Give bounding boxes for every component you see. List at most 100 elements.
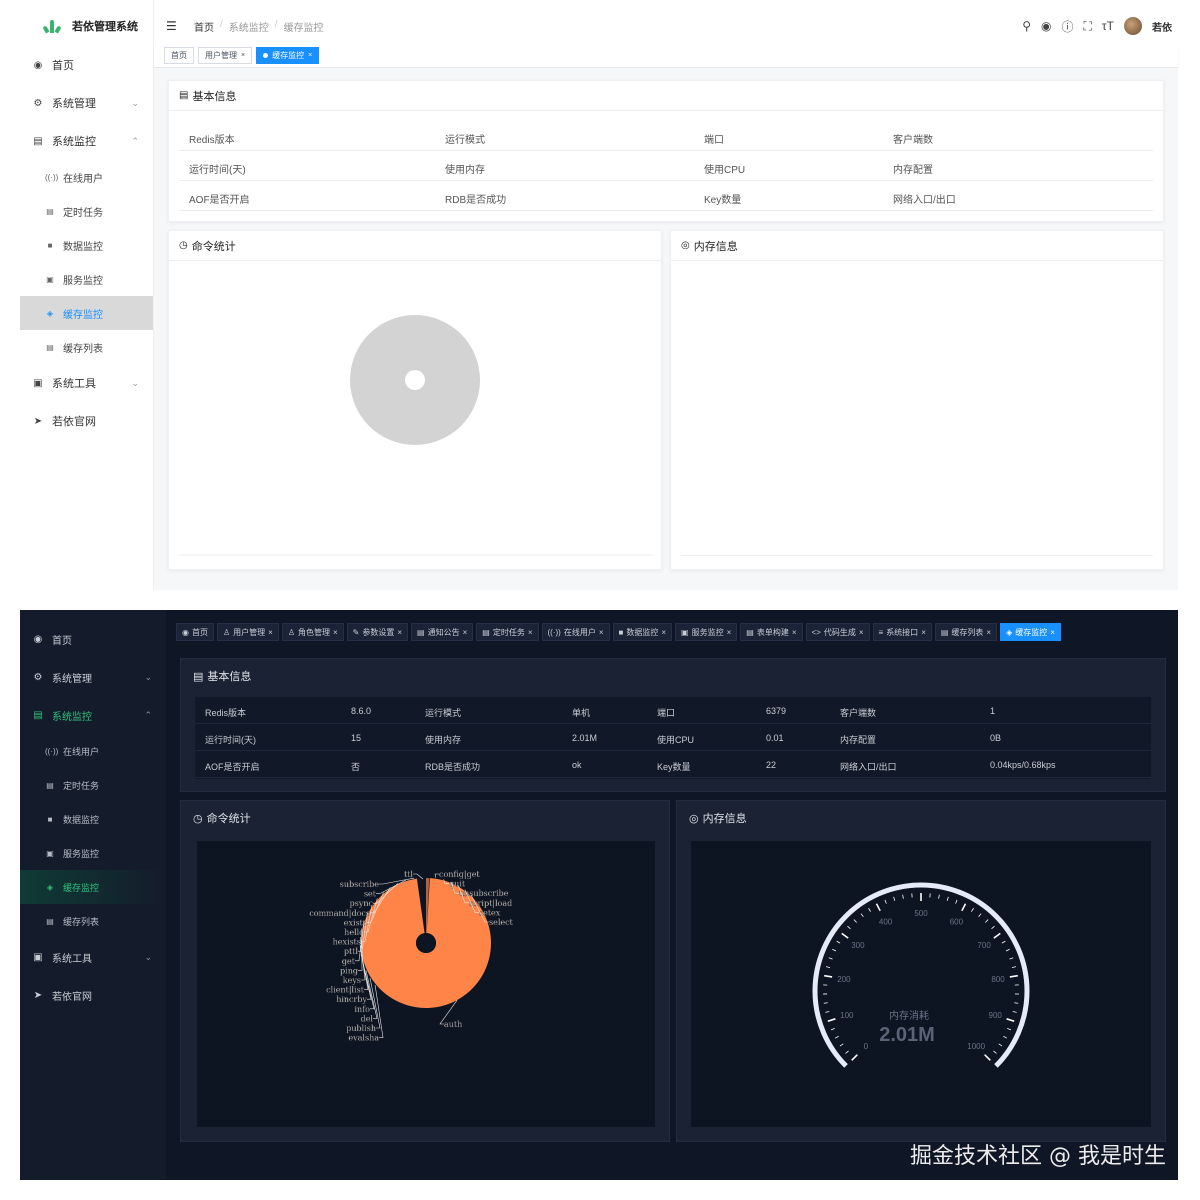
tag-item[interactable]: ▤ 表单构建 × — [740, 623, 803, 641]
sidebar-item-cache-list[interactable]: ▤ 缓存列表 — [20, 904, 166, 938]
sidebar-item-data-monitor[interactable]: ■ 数据监控 — [20, 228, 153, 262]
sidebar-item-website[interactable]: ➤ 若依官网 — [20, 976, 166, 1014]
tag-item[interactable]: ♙ 用户管理 × — [216, 623, 279, 641]
sidebar-item-home[interactable]: ◉ 首页 — [20, 46, 153, 84]
close-icon[interactable]: × — [397, 628, 402, 637]
divider — [681, 555, 1153, 556]
dark-theme-screen: ◉ 首页 ⚙ 系统管理 ⌄ ▤ 系统监控 ⌃ ((·)) 在线用户 ▤ 定时任务… — [20, 610, 1178, 1180]
basic-info-card: ▤ 基本信息 Redis版本 8.6.0 运行模式 单机 端口 6379 客户端数 1 运行时间… — [180, 658, 1166, 792]
sidebar-item-system-tools[interactable]: ▣ 系统工具 ⌄ — [20, 364, 153, 402]
sidebar-item-system-manage[interactable]: ⚙ 系统管理 ⌄ — [20, 84, 153, 122]
tag-item[interactable]: ▤ 定时任务 × — [476, 623, 539, 641]
close-icon[interactable]: × — [268, 628, 273, 637]
question-icon[interactable]: ⓘ — [1062, 18, 1074, 35]
fullscreen-icon[interactable]: ⛶ — [1084, 19, 1092, 34]
tag-cache-monitor[interactable]: 缓存监控 × — [256, 47, 320, 64]
gauge-tick-label: 700 — [977, 941, 991, 950]
gauge-minor-tick — [998, 1043, 1003, 1047]
user-name[interactable]: 若依 — [1152, 19, 1172, 34]
tag-item[interactable]: <> 代码生成 × — [805, 623, 870, 641]
pie-label: ping — [340, 966, 358, 975]
sidebar-item-cache-monitor[interactable]: ◈ 缓存监控 — [20, 870, 166, 904]
tag-item[interactable]: ((·)) 在线用户 × — [541, 623, 610, 641]
close-icon[interactable]: × — [986, 628, 991, 637]
close-icon[interactable]: × — [241, 52, 245, 59]
breadcrumb-item[interactable]: 首页 — [194, 19, 214, 34]
gauge-value: 2.01M — [879, 1024, 935, 1046]
sidebar-item-online-users[interactable]: ((·)) 在线用户 — [20, 734, 166, 768]
sidebar-item-label: 若依官网 — [52, 991, 92, 1003]
pie-label: hello — [344, 928, 364, 937]
tag-item[interactable]: ▤ 通知公告 × — [411, 623, 474, 641]
pie-hole — [416, 933, 436, 953]
gauge-minor-tick — [860, 913, 864, 917]
table-label: Redis版本 — [205, 708, 247, 718]
hamburger-icon[interactable]: ☰ — [166, 19, 180, 33]
gear-icon: ⚙ — [33, 671, 43, 683]
sidebar-item-system-manage[interactable]: ⚙ 系统管理 ⌄ — [20, 658, 166, 696]
sidebar-item-system-monitor[interactable]: ▤ 系统监控 ⌃ — [20, 122, 153, 160]
github-icon[interactable]: ◉ — [1041, 19, 1051, 33]
tag-item[interactable]: ◉ 首页 — [176, 623, 214, 641]
table-row: AOF是否开启 否 RDB是否成功 ok Key数量 22 网络入口/出口 0.04kps/0… — [195, 751, 1151, 778]
tag-item[interactable]: ▣ 服务监控 × — [675, 623, 738, 641]
close-icon[interactable]: × — [661, 628, 666, 637]
sidebar-item-cache-monitor[interactable]: ◈ 缓存监控 — [20, 296, 153, 330]
sidebar-item-scheduled-tasks[interactable]: ▤ 定时任务 — [20, 194, 153, 228]
close-icon[interactable]: × — [333, 628, 338, 637]
gauge-minor-tick — [1011, 966, 1017, 969]
tag-item[interactable]: ■ 数据监控 × — [612, 623, 673, 641]
close-icon[interactable]: × — [599, 628, 604, 637]
tool-icon: ▣ — [33, 377, 43, 389]
sidebar-item-data-monitor[interactable]: ■ 数据监控 — [20, 802, 166, 836]
sidebar-item-website[interactable]: ➤ 若依官网 — [20, 402, 153, 440]
close-icon[interactable]: × — [859, 628, 864, 637]
pie-label-line — [374, 984, 384, 1038]
sidebar-item-server-monitor[interactable]: ▣ 服务监控 — [20, 836, 166, 870]
sidebar-item-label: 在线用户 — [63, 173, 103, 185]
dashboard-icon: ◉ — [33, 59, 43, 71]
close-icon[interactable]: × — [727, 628, 732, 637]
tag-item[interactable]: ◈ 缓存监控 × — [1000, 623, 1061, 641]
gauge-major-tick — [961, 903, 967, 912]
sidebar-item-system-tools[interactable]: ▣ 系统工具 ⌄ — [20, 938, 166, 976]
avatar[interactable] — [1124, 17, 1142, 35]
tag-user-manage[interactable]: 用户管理 × — [198, 47, 253, 64]
gauge-minor-tick — [839, 1043, 844, 1047]
tag-item[interactable]: ≡ 系统接口 × — [872, 623, 932, 641]
tag-item[interactable]: ▤ 缓存列表 × — [934, 623, 998, 641]
gauge-minor-tick — [825, 966, 831, 969]
close-icon[interactable]: × — [463, 628, 468, 637]
close-icon[interactable]: × — [308, 52, 312, 59]
tag-icon: ♙ — [287, 627, 295, 637]
sidebar-item-home[interactable]: ◉ 首页 — [20, 620, 166, 658]
sidebar: 若依管理系统 ◉ 首页 ⚙ 系统管理 ⌄ ▤ 系统监控 ⌃ ((·)) 在线用户… — [20, 0, 154, 590]
close-icon[interactable]: × — [921, 628, 926, 637]
gauge-minor-tick — [993, 1050, 997, 1054]
sidebar-item-server-monitor[interactable]: ▣ 服务监控 — [20, 262, 153, 296]
sidebar-item-scheduled-tasks[interactable]: ▤ 定时任务 — [20, 768, 166, 802]
chevron-up-icon: ⌃ — [131, 135, 139, 146]
app-logo[interactable]: 若依管理系统 — [20, 0, 153, 52]
card-header: ◷ 命令统计 — [169, 231, 661, 261]
sidebar-item-system-monitor[interactable]: ▤ 系统监控 ⌃ — [20, 696, 166, 734]
sidebar-item-label: 数据监控 — [63, 241, 103, 253]
close-icon[interactable]: × — [528, 628, 533, 637]
sidebar-item-label: 缓存监控 — [63, 882, 100, 893]
sidebar-item-online-users[interactable]: ((·)) 在线用户 — [20, 160, 153, 194]
tag-icon: ▤ — [746, 627, 754, 637]
close-icon[interactable]: × — [1050, 628, 1055, 637]
tag-icon: ✎ — [352, 627, 360, 637]
search-icon[interactable]: ⚲ — [1022, 19, 1031, 33]
font-size-icon[interactable]: τT — [1102, 19, 1114, 33]
sidebar-item-cache-list[interactable]: ▤ 缓存列表 — [20, 330, 153, 364]
basic-info-table: Redis版本 8.6.0 运行模式 单机 端口 6379 客户端数 1 运行时间(天) 15 使用… — [195, 697, 1151, 779]
app-title: 若依管理系统 — [72, 21, 138, 33]
gauge-minor-tick — [1007, 1027, 1012, 1031]
tag-home[interactable]: 首页 — [164, 47, 194, 64]
sidebar-item-label: 服务监控 — [63, 275, 103, 287]
tag-item[interactable]: ♙ 角色管理 × — [281, 623, 344, 641]
tag-item[interactable]: ✎ 参数设置 × — [346, 623, 409, 641]
close-icon[interactable]: × — [792, 628, 797, 637]
tag-icon: <> — [811, 627, 821, 637]
